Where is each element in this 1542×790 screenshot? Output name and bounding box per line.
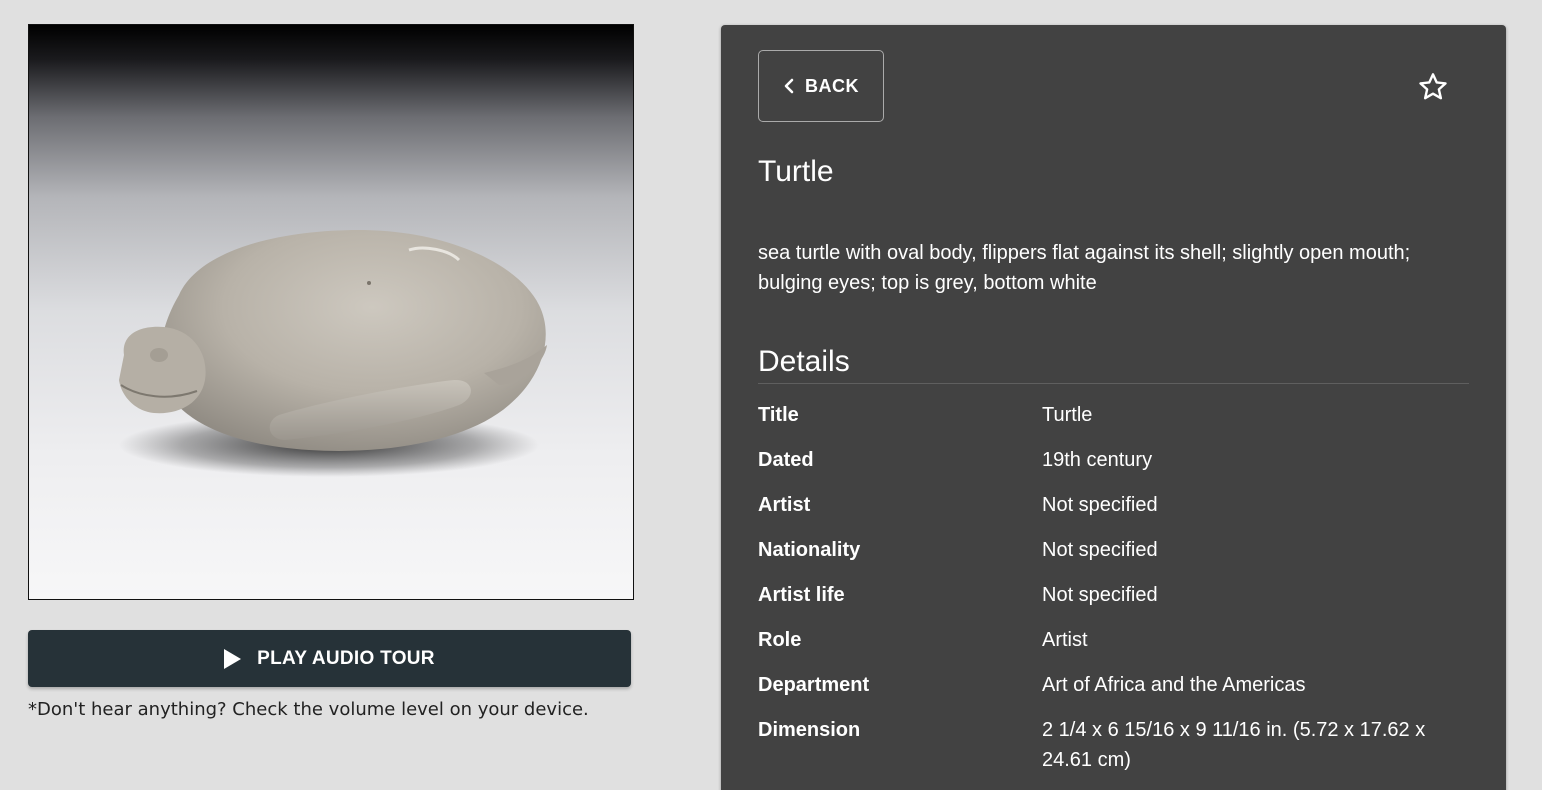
detail-value: Not specified xyxy=(1042,494,1158,516)
detail-value: Not specified xyxy=(1042,539,1158,561)
artwork-title: Turtle xyxy=(758,155,834,188)
artwork-description: sea turtle with oval body, flippers flat… xyxy=(758,242,1411,294)
detail-row-department: Department Art of Africa and the America… xyxy=(758,670,1478,700)
detail-value: Artist xyxy=(1042,629,1088,651)
play-icon xyxy=(224,648,242,669)
detail-row-dimension: Dimension 2 1/4 x 6 15/16 x 9 11/16 in. … xyxy=(758,715,1478,775)
turtle-sculpture-image xyxy=(119,230,547,477)
detail-label: Nationality xyxy=(758,539,861,561)
back-button-label: BACK xyxy=(805,75,859,96)
star-outline-icon xyxy=(1419,73,1447,100)
play-audio-tour-button[interactable]: PLAY AUDIO TOUR xyxy=(28,630,631,687)
favorite-button[interactable] xyxy=(1416,70,1450,104)
detail-row-title: Title Turtle xyxy=(758,400,1478,430)
artwork-image xyxy=(28,24,634,600)
play-audio-tour-label: PLAY AUDIO TOUR xyxy=(257,647,435,669)
detail-label: Dated xyxy=(758,449,814,471)
detail-value: Not specified xyxy=(1042,584,1158,606)
detail-value: Turtle xyxy=(1042,404,1093,426)
audio-hint-text: *Don't hear anything? Check the volume l… xyxy=(28,699,589,720)
detail-value: 2 1/4 x 6 15/16 x 9 11/16 in. (5.72 x 17… xyxy=(1042,719,1426,771)
chevron-left-icon xyxy=(783,78,795,94)
details-divider xyxy=(758,383,1469,384)
detail-label: Title xyxy=(758,404,799,426)
detail-label: Department xyxy=(758,674,870,696)
detail-row-role: Role Artist xyxy=(758,625,1478,655)
detail-label: Role xyxy=(758,629,802,651)
detail-row-artist-life: Artist life Not specified xyxy=(758,580,1478,610)
detail-label: Artist life xyxy=(758,584,845,606)
details-list: Title Turtle Dated 19th century Artist N… xyxy=(758,400,1478,790)
detail-value: 19th century xyxy=(1042,449,1153,471)
artwork-details-panel: BACK Turtle sea turtle with oval body, f… xyxy=(721,25,1506,790)
detail-label: Artist xyxy=(758,494,811,516)
page: PLAY AUDIO TOUR *Don't hear anything? Ch… xyxy=(0,0,1542,790)
detail-row-nationality: Nationality Not specified xyxy=(758,535,1478,565)
details-heading: Details xyxy=(758,345,850,378)
detail-row-dated: Dated 19th century xyxy=(758,445,1478,475)
detail-value: Art of Africa and the Americas xyxy=(1042,674,1306,696)
back-button[interactable]: BACK xyxy=(758,50,884,122)
detail-row-artist: Artist Not specified xyxy=(758,490,1478,520)
detail-label: Dimension xyxy=(758,719,861,741)
